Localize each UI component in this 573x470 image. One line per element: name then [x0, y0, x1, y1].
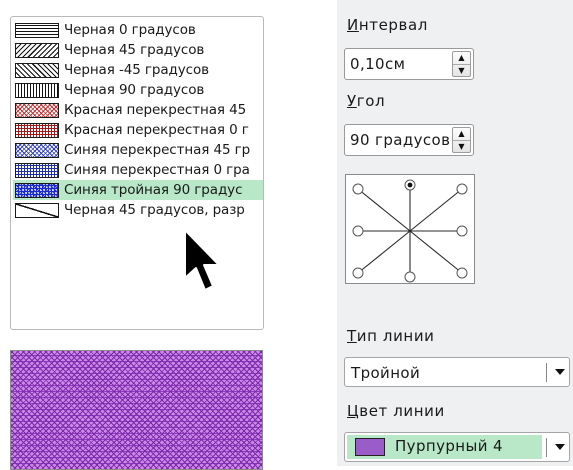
angle-radio-225[interactable] [352, 267, 364, 279]
hatch-list-item[interactable]: Красная перекрестная 0 г [13, 120, 263, 140]
angle-label: Угол [347, 92, 386, 110]
hatch-swatch-icon [15, 182, 59, 198]
angle-radio-180[interactable] [352, 225, 364, 237]
angle-lines-graphic [352, 179, 468, 283]
chevron-down-icon[interactable] [555, 369, 565, 375]
line-type-label: Тип линии [347, 327, 435, 345]
hatch-list-item-label: Синяя тройная 90 градус [64, 182, 243, 198]
hatch-preview [10, 350, 263, 470]
hatch-swatch-icon [15, 162, 59, 178]
hatch-list-item-label: Красная перекрестная 0 г [64, 122, 249, 138]
line-color-label: Цвет линии [347, 402, 445, 420]
hatch-list-item[interactable]: Синяя перекрестная 45 гр [13, 140, 263, 160]
arrow-cursor-icon [184, 229, 220, 291]
hatch-list-item-label: Черная 45 градусов [64, 42, 205, 58]
hatch-list-item[interactable]: Черная 90 градусов [13, 80, 263, 100]
hatch-list-item[interactable]: Черная 45 градусов [13, 40, 263, 60]
spin-up-icon[interactable]: ▲ [453, 52, 470, 64]
spacing-label: Интервал [347, 16, 428, 34]
angle-radio-45[interactable] [456, 183, 468, 195]
angle-direction-selector [345, 174, 475, 284]
hatch-swatch-icon [15, 22, 59, 38]
spin-up-icon[interactable]: ▲ [453, 128, 470, 140]
color-swatch [355, 438, 385, 456]
hatch-list-item-label: Синяя перекрестная 45 гр [64, 142, 251, 158]
hatch-swatch-icon [15, 42, 59, 58]
hatch-swatch-icon [15, 62, 59, 78]
spacing-spin-buttons: ▲ ▼ [452, 51, 471, 77]
combo-separator [546, 438, 547, 457]
hatch-swatch-icon [15, 102, 59, 118]
hatch-list-item-label: Черная -45 градусов [64, 62, 209, 78]
line-type-combobox[interactable]: Тройной [344, 357, 570, 387]
chevron-down-icon[interactable] [555, 444, 565, 450]
angle-spinbox[interactable]: 90 градусов ▲ ▼ [344, 124, 474, 156]
hatch-list-item[interactable]: Черная 0 градусов [13, 20, 263, 40]
hatch-list-item[interactable]: Черная 45 градусов, разр [13, 200, 263, 220]
angle-radio-0[interactable] [456, 225, 468, 237]
angle-radio-135[interactable] [352, 183, 364, 195]
hatch-list-item-label: Черная 90 градусов [64, 82, 205, 98]
hatch-list-item[interactable]: Синяя тройная 90 градус [13, 180, 263, 200]
hatch-list-item-label: Синяя перекрестная 0 гра [64, 162, 250, 178]
spin-down-icon[interactable]: ▼ [453, 64, 470, 77]
hatch-list-item[interactable]: Черная -45 градусов [13, 60, 263, 80]
angle-value[interactable]: 90 градусов [350, 131, 450, 149]
line-color-combobox[interactable]: Пурпурный 4 [344, 432, 570, 462]
hatch-swatch-icon [15, 122, 59, 138]
line-color-value: Пурпурный 4 [395, 437, 503, 455]
hatch-swatch-icon [15, 202, 59, 218]
spacing-spinbox[interactable]: 0,10см ▲ ▼ [344, 48, 474, 80]
angle-spin-buttons: ▲ ▼ [452, 127, 471, 153]
hatch-swatch-icon [15, 82, 59, 98]
hatch-list-item[interactable]: Красная перекрестная 45 [13, 100, 263, 120]
hatch-swatch-icon [15, 142, 59, 158]
combo-separator [546, 363, 547, 382]
hatch-list-item-label: Черная 0 градусов [64, 22, 196, 38]
angle-radio-270[interactable] [404, 271, 416, 283]
angle-radio-selected-dot [407, 182, 413, 188]
hatch-list-item[interactable]: Синяя перекрестная 0 гра [13, 160, 263, 180]
spin-down-icon[interactable]: ▼ [453, 140, 470, 153]
hatch-list-item-label: Черная 45 градусов, разр [64, 202, 245, 218]
hatch-options-panel: Интервал 0,10см ▲ ▼ Угол 90 градусов ▲ ▼ [337, 0, 573, 466]
line-type-value: Тройной [351, 364, 421, 382]
hatch-list-item-label: Красная перекрестная 45 [64, 102, 247, 118]
angle-radio-315[interactable] [456, 267, 468, 279]
spacing-value[interactable]: 0,10см [350, 55, 405, 73]
